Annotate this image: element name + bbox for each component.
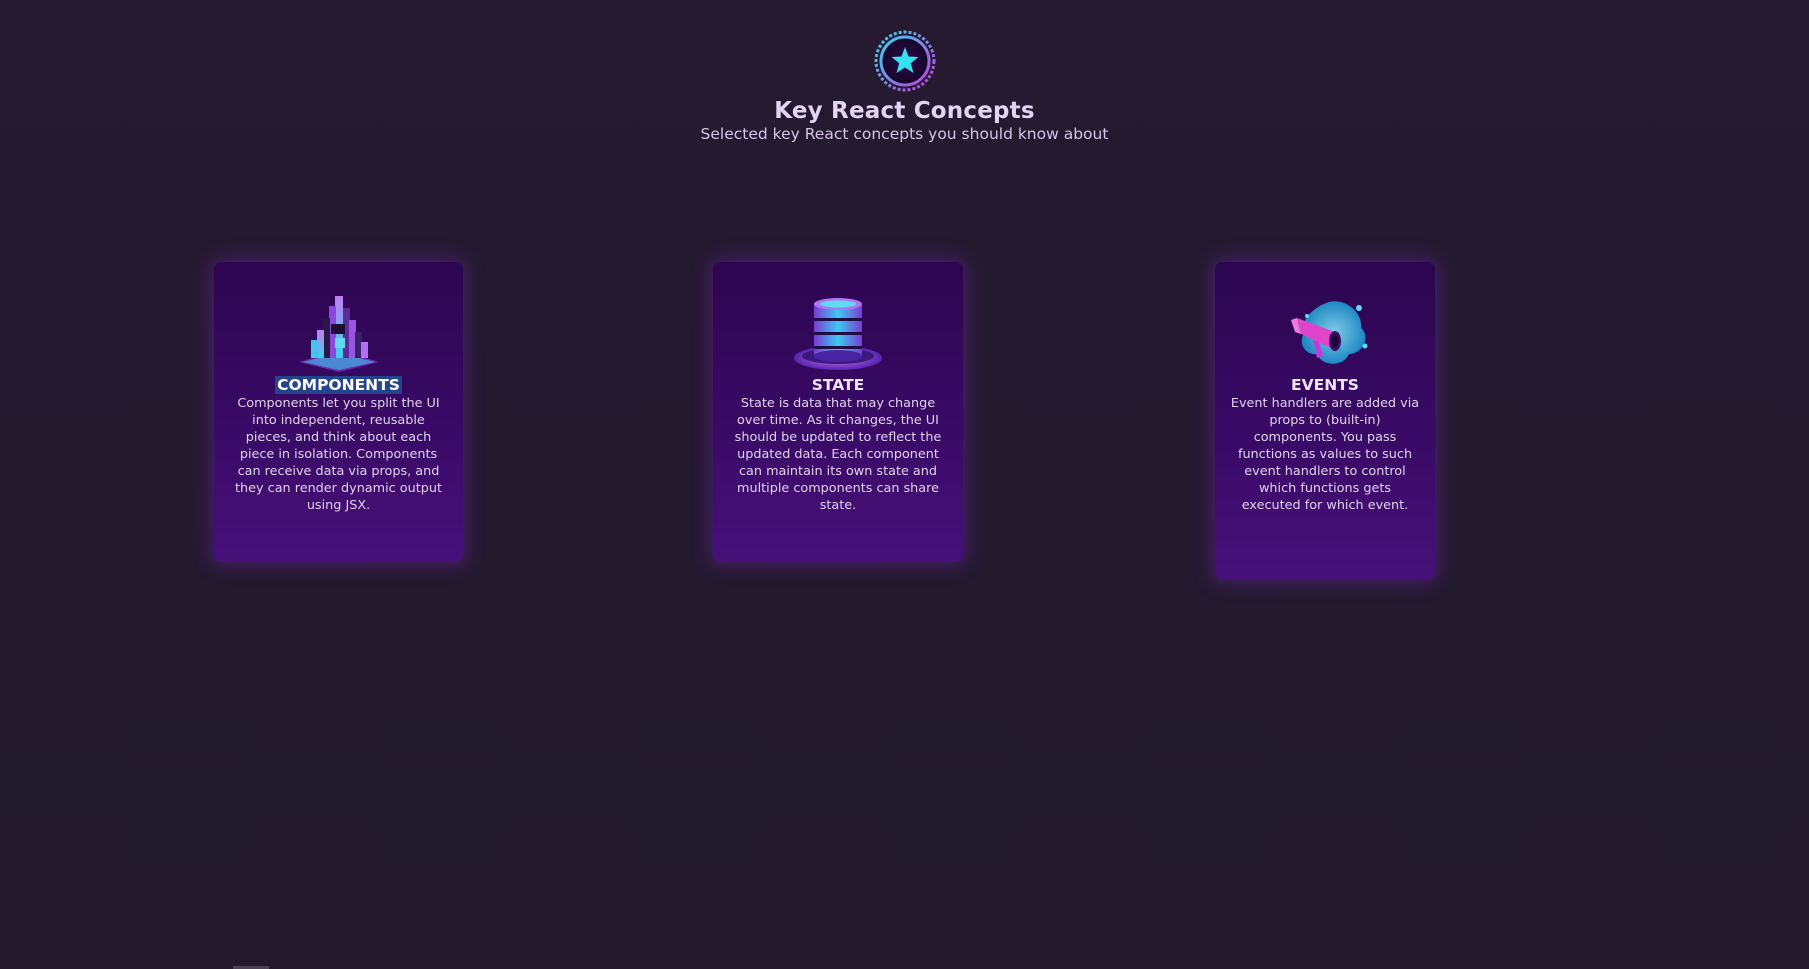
megaphone-splash-icon — [1291, 301, 1368, 364]
stacked-blocks-pyramid-icon — [298, 296, 379, 372]
card-title: EVENTS — [1291, 376, 1359, 394]
page-title: Key React Concepts — [774, 98, 1035, 124]
card-description: Components let you split the UI into ind… — [235, 396, 442, 513]
page-subtitle: Selected key React concepts you should k… — [700, 125, 1109, 143]
concept-card-components: COMPONENTS Components let you split the … — [214, 262, 463, 562]
database-cylinder-icon — [794, 298, 882, 370]
card-description: State is data that may change over time.… — [734, 396, 942, 513]
card-description: Event handlers are added via props to (b… — [1230, 396, 1420, 513]
concept-card-events: EVENTS Event handlers are added via prop… — [1215, 262, 1435, 579]
card-title: COMPONENTS — [275, 376, 402, 394]
page-header: Key React Concepts Selected key React co… — [0, 30, 1809, 143]
card-title: STATE — [811, 376, 865, 394]
concept-card-state: STATE State is data that may change over… — [713, 262, 963, 562]
star-badge-icon — [874, 30, 935, 92]
